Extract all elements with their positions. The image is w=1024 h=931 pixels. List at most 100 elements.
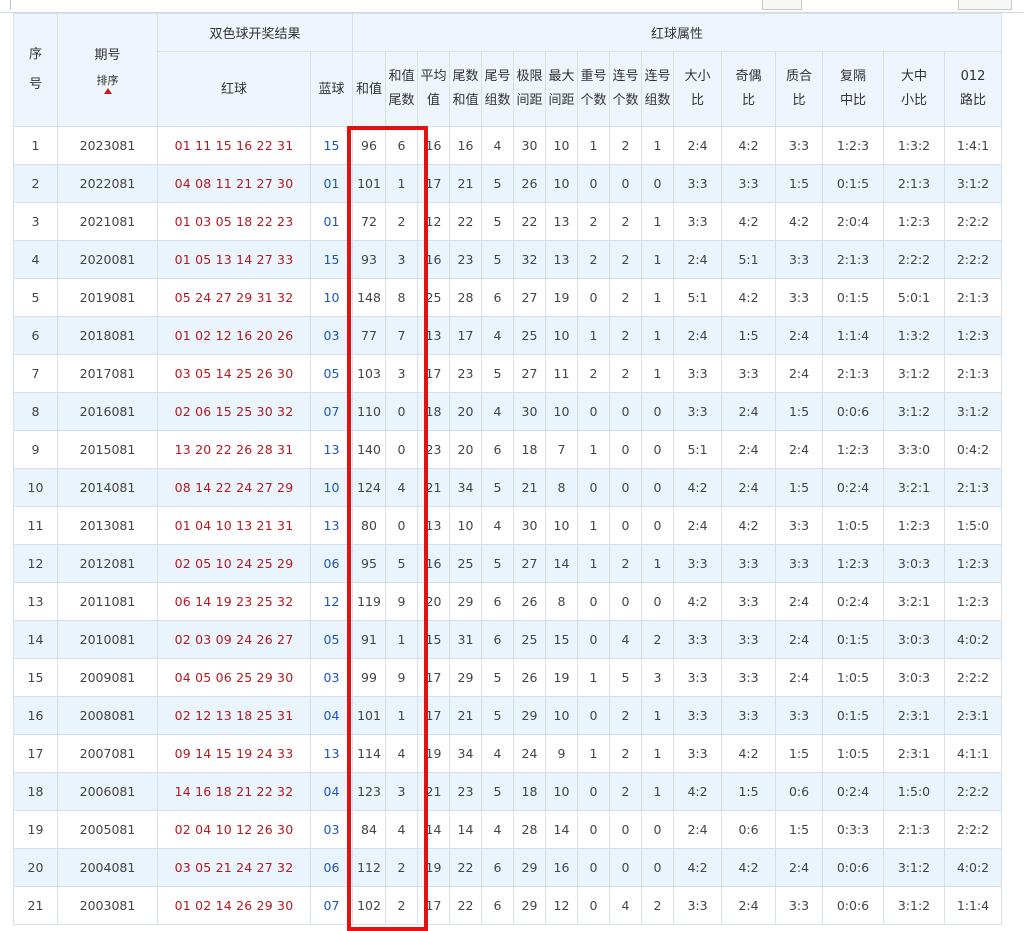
table-row: 21 2003081 01 02 14 26 29 30 07 102 2 17 22 6 29 1…	[13, 886, 1002, 925]
table-cell: 21	[417, 772, 450, 811]
table-cell: 2	[641, 620, 674, 659]
table-cell: 3:3:0	[883, 430, 945, 469]
table-cell: 3:3	[721, 544, 776, 583]
table-cell: 2:2:2	[944, 810, 1002, 849]
table-cell: 11	[545, 354, 578, 393]
table-cell: 3:3	[775, 886, 823, 925]
seq-cell: 14	[13, 620, 58, 659]
sort-button[interactable]: 排序	[59, 74, 157, 94]
sum-tail-cell: 1	[385, 620, 418, 659]
table-cell: 5	[481, 240, 514, 279]
seq-cell: 12	[13, 544, 58, 583]
table-cell: 1:5	[775, 810, 823, 849]
table-cell: 1	[577, 506, 610, 545]
table-cell: 5	[481, 164, 514, 203]
table-cell: 5	[609, 658, 642, 697]
toolbar-button-b[interactable]	[958, 0, 1012, 10]
seq-cell: 17	[13, 734, 58, 773]
table-row: 18 2006081 14 16 18 21 22 32 04 123 3 21 23 5 18 1…	[13, 772, 1002, 811]
table-cell: 0:4:2	[944, 430, 1002, 469]
sum-cell: 140	[352, 430, 386, 469]
table-cell: 17	[417, 696, 450, 735]
table-cell: 0	[641, 430, 674, 469]
table-cell: 3:3	[775, 278, 823, 317]
table-cell: 1:1:4	[944, 886, 1002, 925]
table-cell: 1:2:3	[944, 316, 1002, 355]
table-cell: 19	[545, 278, 578, 317]
table-cell: 24	[513, 734, 546, 773]
table-cell: 2:4	[775, 430, 823, 469]
table-row: 20 2004081 03 05 21 24 27 32 06 112 2 19 22 6 29 1…	[13, 848, 1002, 887]
table-cell: 3:3	[673, 620, 722, 659]
table-cell: 25	[513, 316, 546, 355]
table-cell: 1:5	[721, 316, 776, 355]
blue-ball-cell: 05	[310, 354, 353, 393]
col-avg: 平均值	[417, 51, 450, 127]
table-cell: 5:1	[721, 240, 776, 279]
table-cell: 8	[545, 468, 578, 507]
table-cell: 30	[513, 506, 546, 545]
sum-tail-cell: 3	[385, 772, 418, 811]
table-cell: 3:3	[775, 126, 823, 165]
blue-ball-cell: 03	[310, 316, 353, 355]
table-cell: 1:2:3	[944, 544, 1002, 583]
red-balls-cell: 02 05 10 24 25 29	[157, 544, 311, 583]
table-cell: 12	[417, 202, 450, 241]
table-cell: 29	[449, 658, 482, 697]
sum-cell: 103	[352, 354, 386, 393]
table-body: 1 2023081 01 11 15 16 22 31 15 96 6 16 16 4 30 10 1…	[13, 126, 1002, 925]
table-cell: 4:2	[673, 772, 722, 811]
table-cell: 17	[449, 316, 482, 355]
sum-cell: 93	[352, 240, 386, 279]
blue-ball-cell: 13	[310, 430, 353, 469]
col-consec: 连号 个数	[609, 51, 642, 127]
table-cell: 5:1	[673, 278, 722, 317]
table-cell: 3:3	[673, 164, 722, 203]
table-cell: 3:3	[721, 658, 776, 697]
table-cell: 0	[577, 164, 610, 203]
table-cell: 25	[513, 620, 546, 659]
col-tail-sum: 尾数 和值	[449, 51, 482, 127]
table-cell: 29	[513, 696, 546, 735]
red-balls-cell: 14 16 18 21 22 32	[157, 772, 311, 811]
table-cell: 3:3	[673, 544, 722, 583]
table-cell: 1	[577, 430, 610, 469]
table-cell: 0:1:5	[822, 278, 884, 317]
table-cell: 3:0:3	[883, 620, 945, 659]
table-cell: 0	[609, 810, 642, 849]
table-cell: 3:3	[673, 658, 722, 697]
toolbar-edge-left	[10, 0, 17, 10]
table-cell: 4	[609, 620, 642, 659]
table-cell: 0	[609, 468, 642, 507]
table-cell: 16	[417, 544, 450, 583]
table-cell: 1:5	[775, 164, 823, 203]
seq-cell: 15	[13, 658, 58, 697]
table-cell: 1	[641, 772, 674, 811]
col-zone-ratio: 大中 小比	[883, 51, 945, 127]
table-cell: 21	[417, 468, 450, 507]
table-cell: 29	[513, 848, 546, 887]
table-cell: 14	[545, 810, 578, 849]
blue-ball-cell: 03	[310, 810, 353, 849]
table-cell: 0:3:3	[822, 810, 884, 849]
table-cell: 2:2:2	[944, 202, 1002, 241]
table-cell: 6	[481, 430, 514, 469]
table-cell: 0:2:4	[822, 468, 884, 507]
sum-tail-cell: 9	[385, 658, 418, 697]
table-cell: 3:3	[775, 506, 823, 545]
table-cell: 23	[417, 430, 450, 469]
table-cell: 17	[417, 164, 450, 203]
toolbar-button-a[interactable]	[762, 0, 802, 10]
seq-cell: 5	[13, 278, 58, 317]
sum-tail-cell: 5	[385, 544, 418, 583]
red-balls-cell: 02 12 13 18 25 31	[157, 696, 311, 735]
red-balls-cell: 01 02 12 16 20 26	[157, 316, 311, 355]
table-cell: 0	[577, 278, 610, 317]
table-cell: 2	[577, 202, 610, 241]
table-cell: 1:3:2	[883, 316, 945, 355]
seq-cell: 19	[13, 810, 58, 849]
table-cell: 4:2	[673, 468, 722, 507]
table-cell: 2:1:3	[944, 278, 1002, 317]
table-cell: 2	[609, 696, 642, 735]
col-prime-ratio: 质合比	[775, 51, 823, 127]
